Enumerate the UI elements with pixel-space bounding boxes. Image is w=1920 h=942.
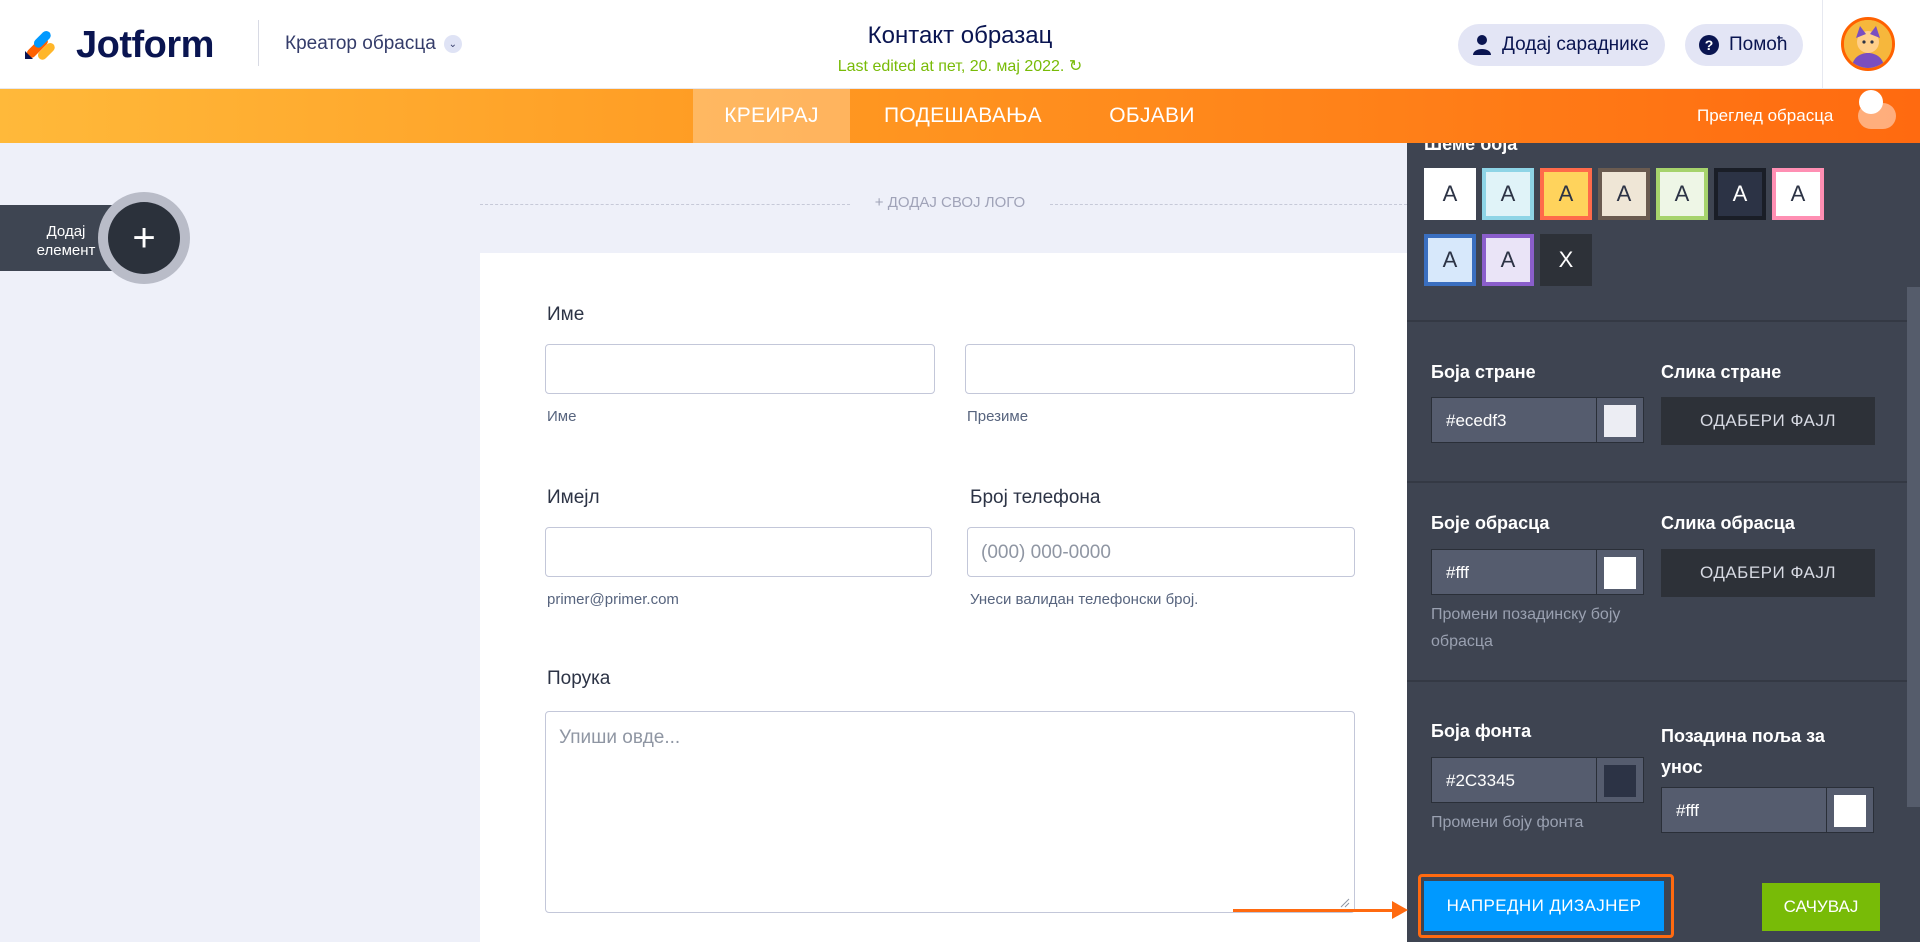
color-scheme-swatch[interactable]: A <box>1482 168 1534 220</box>
chevron-down-icon: ⌄ <box>443 35 462 53</box>
page-color-swatch[interactable] <box>1596 397 1644 443</box>
last-edited-text: Last edited at пет, 20. мај 2022. <box>837 58 1065 75</box>
page-color-input[interactable]: #ecedf3 <box>1431 397 1597 443</box>
annotation-arrow-line <box>1233 909 1395 912</box>
phone-sublabel: Унеси валидан телефонски број. <box>970 591 1199 608</box>
refresh-icon[interactable]: ↻ <box>1069 58 1082 75</box>
logo-divider-right <box>1050 204 1407 205</box>
color-scheme-swatch[interactable]: A <box>1598 168 1650 220</box>
form-image-choose-file-button[interactable]: ОДАБЕРИ ФАЈЛ <box>1661 549 1875 597</box>
form-image-label: Слика обрасца <box>1661 513 1795 533</box>
add-collaborators-button[interactable]: Додај сараднике <box>1458 24 1665 66</box>
message-placeholder: Упиши овде... <box>559 727 681 748</box>
svg-text:?: ? <box>1705 37 1714 53</box>
form-title[interactable]: Контакт образац <box>760 22 1160 50</box>
tab-build[interactable]: КРЕИРАЈ <box>693 89 850 143</box>
color-scheme-swatch[interactable]: A <box>1656 168 1708 220</box>
form-builder-dropdown[interactable]: Креатор обрасца ⌄ <box>285 33 462 55</box>
plus-icon: + <box>132 215 156 260</box>
question-icon: ? <box>1699 35 1719 55</box>
jotform-logo[interactable]: Jotform <box>22 24 214 66</box>
font-color-swatch[interactable] <box>1596 757 1644 803</box>
page-image-choose-file-button[interactable]: ОДАБЕРИ ФАЈЛ <box>1661 397 1875 445</box>
last-name-input[interactable] <box>965 344 1355 394</box>
field-background-label: Позадина поља за унос <box>1661 726 1825 777</box>
add-collaborators-label: Додај сараднике <box>1502 34 1649 55</box>
add-element-button[interactable]: + <box>108 202 180 274</box>
help-button[interactable]: ? Помоћ <box>1685 24 1804 66</box>
message-textarea[interactable]: Упиши овде... <box>545 711 1355 913</box>
form-color-label: Боје обрасца <box>1431 513 1550 533</box>
first-name-sublabel: Име <box>547 408 577 425</box>
builder-label: Креатор обрасца <box>285 33 436 54</box>
page-image-label: Слика стране <box>1661 362 1782 382</box>
email-question-label[interactable]: Имејл <box>547 487 600 509</box>
email-input[interactable] <box>545 527 932 577</box>
page-color-label: Боја стране <box>1431 362 1536 382</box>
tab-settings[interactable]: ПОДЕШАВАЊА <box>870 89 1056 143</box>
schemes-title-clip: Шеме боја <box>1407 143 1907 155</box>
phone-placeholder: (000) 000-0000 <box>981 542 1111 563</box>
panel-divider <box>1407 481 1907 483</box>
font-color-label: Боја фонта <box>1431 721 1532 741</box>
color-scheme-swatch[interactable]: X <box>1540 234 1592 286</box>
logo-text: Jotform <box>76 23 214 66</box>
font-color-hint: Промени боју фонта <box>1431 814 1584 831</box>
last-name-sublabel: Презиме <box>967 408 1029 425</box>
form-title-area[interactable]: Контакт образац Last edited at пет, 20. … <box>760 22 1160 76</box>
add-logo-link[interactable]: + ДОДАЈ СВОЈ ЛОГО <box>860 194 1040 211</box>
phone-input[interactable]: (000) 000-0000 <box>967 527 1355 577</box>
advanced-designer-button[interactable]: НАПРЕДНИ ДИЗАЈНЕР <box>1424 881 1664 931</box>
tab-publish[interactable]: ОБЈАВИ <box>1098 89 1206 143</box>
save-button[interactable]: САЧУВАЈ <box>1762 883 1880 931</box>
form-color-input[interactable]: #fff <box>1431 549 1597 595</box>
message-question-label[interactable]: Порука <box>547 668 610 690</box>
color-scheme-swatch[interactable]: A <box>1482 234 1534 286</box>
first-name-input[interactable] <box>545 344 935 394</box>
last-edited-status: Last edited at пет, 20. мај 2022. ↻ <box>760 56 1160 76</box>
add-element-label: Додај елемент <box>36 223 96 259</box>
arrow-right-icon <box>1392 901 1408 919</box>
user-avatar[interactable] <box>1841 17 1895 71</box>
form-color-swatch[interactable] <box>1596 549 1644 595</box>
color-schemes-title: Шеме боја <box>1424 143 1518 154</box>
logo-divider-left <box>480 204 850 205</box>
font-color-input[interactable]: #2C3345 <box>1431 757 1597 803</box>
panel-scrollbar[interactable] <box>1907 287 1920 807</box>
panel-divider <box>1407 680 1907 682</box>
top-header: Jotform Креатор обрасца ⌄ Контакт образа… <box>0 0 1920 89</box>
jotform-logo-icon <box>22 25 62 65</box>
email-sublabel: primer@primer.com <box>547 591 679 608</box>
preview-form-label: Преглед обрасца <box>1697 106 1834 125</box>
user-icon <box>1472 35 1492 55</box>
field-background-swatch[interactable] <box>1826 787 1874 833</box>
color-scheme-swatch[interactable]: A <box>1424 234 1476 286</box>
panel-divider <box>1407 320 1907 322</box>
help-label: Помоћ <box>1729 34 1788 55</box>
color-scheme-swatch[interactable]: A <box>1424 168 1476 220</box>
builder-nav-bar: КРЕИРАЈ ПОДЕШАВАЊА ОБЈАВИ Преглед обрасц… <box>0 89 1920 143</box>
account-area <box>1822 0 1920 89</box>
form-color-hint: Промени позадинску боју обрасца <box>1431 606 1621 650</box>
color-scheme-swatch[interactable]: A <box>1772 168 1824 220</box>
header-divider <box>258 20 259 66</box>
color-scheme-swatch[interactable]: A <box>1714 168 1766 220</box>
preview-toggle-knob <box>1859 90 1883 114</box>
phone-question-label[interactable]: Број телефона <box>970 487 1100 509</box>
color-scheme-swatch[interactable]: A <box>1540 168 1592 220</box>
name-question-label[interactable]: Име <box>547 304 584 326</box>
resize-handle-icon[interactable] <box>1340 898 1350 908</box>
field-background-input[interactable]: #fff <box>1661 787 1827 833</box>
